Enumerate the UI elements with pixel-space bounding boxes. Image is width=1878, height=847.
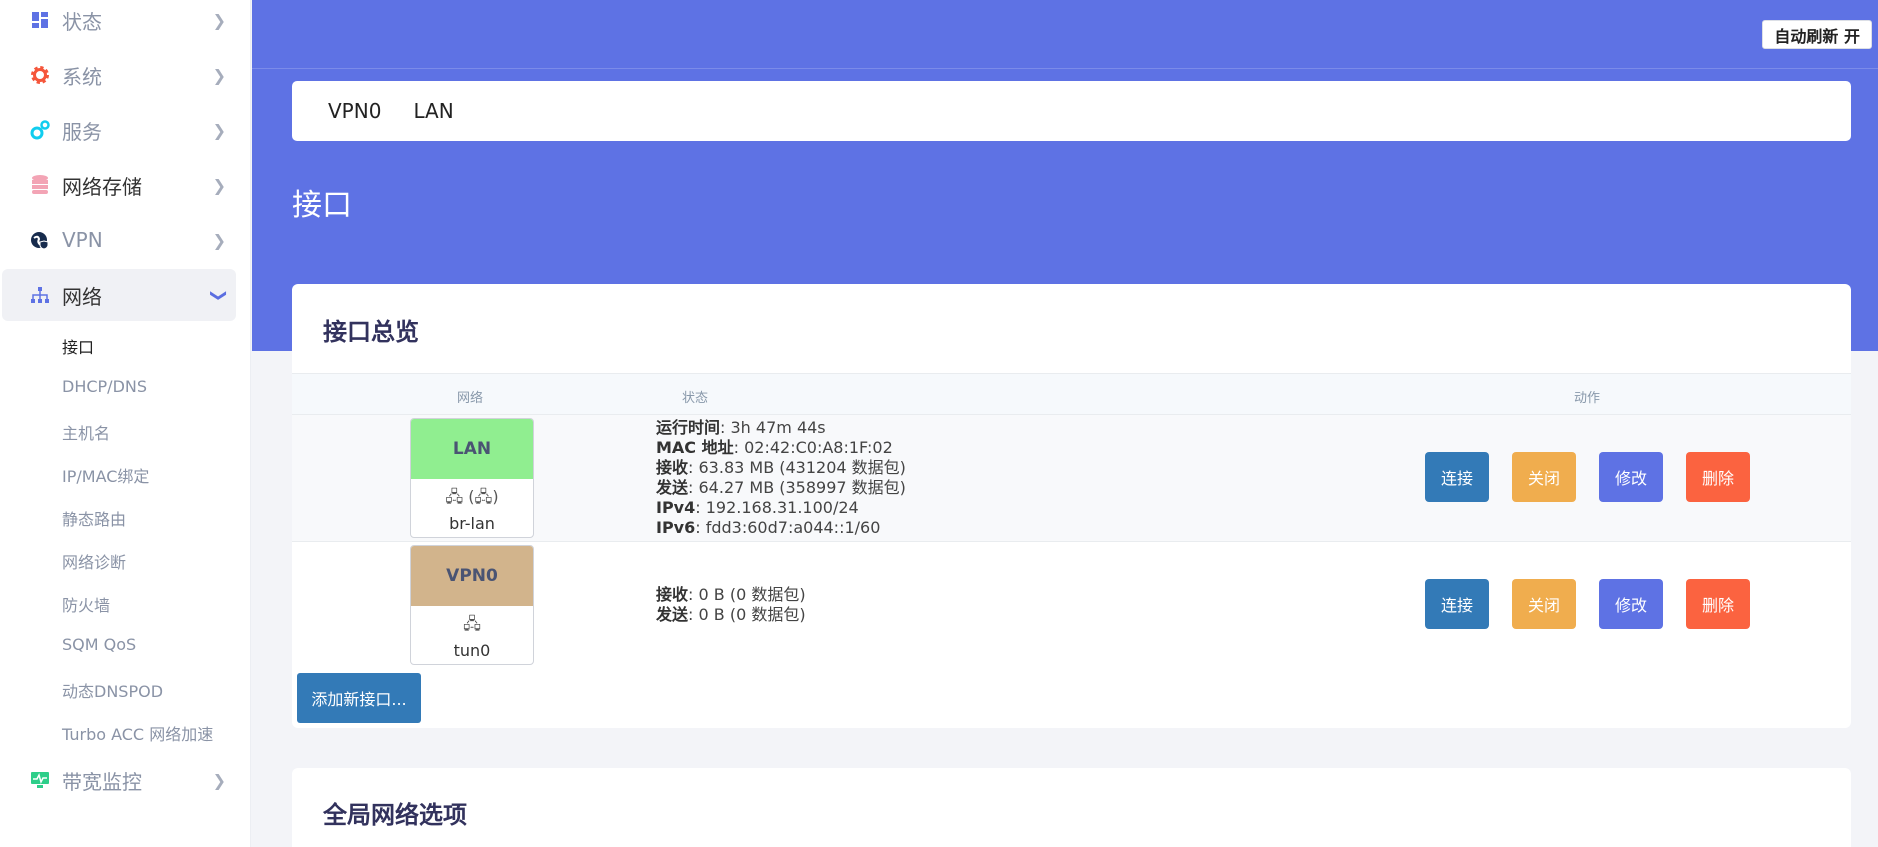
status-value: 192.168.31.100/24 xyxy=(705,498,859,517)
interface-name: VPN0 xyxy=(411,546,533,606)
delete-button[interactable]: 删除 xyxy=(1686,452,1750,502)
edit-button[interactable]: 修改 xyxy=(1599,452,1663,502)
status-key: 发送 xyxy=(656,478,689,497)
interface-overview-card: 接口总览 网络 状态 动作 LAN 🖧 (🖧) br-lan 运行时间: 3h … xyxy=(292,284,1851,728)
column-status: 状态 xyxy=(682,391,709,406)
sitemap-icon xyxy=(29,284,51,306)
monitor-icon xyxy=(29,769,51,791)
sidebar-item-system[interactable]: 系统 ❯ xyxy=(2,49,236,101)
edit-button[interactable]: 修改 xyxy=(1599,579,1663,629)
interface-status: 运行时间: 3h 47m 44s MAC 地址: 02:42:C0:A8:1F:… xyxy=(656,418,906,537)
table-row: LAN 🖧 (🖧) br-lan 运行时间: 3h 47m 44s MAC 地址… xyxy=(292,415,1851,542)
status-value: fdd3:60d7:a044::1/60 xyxy=(705,518,881,537)
status-key: 运行时间 xyxy=(656,418,721,437)
global-options-title: 全局网络选项 xyxy=(323,801,467,829)
status-value: 64.27 MB (358997 数据包) xyxy=(698,478,906,497)
status-key: 接收 xyxy=(656,585,689,604)
sidebar-item-services[interactable]: 服务 ❯ xyxy=(2,104,236,156)
status-key: IPv6 xyxy=(656,518,696,537)
sidebar-subitem-firewall[interactable]: 防火墙 xyxy=(62,592,110,616)
status-key: IPv4 xyxy=(656,498,696,517)
header-divider xyxy=(252,68,1878,69)
sidebar-subitem-hostnames[interactable]: 主机名 xyxy=(62,420,110,444)
sidebar-item-bandwidth[interactable]: 带宽监控 ❯ xyxy=(2,754,236,806)
table-row: VPN0 🖧 tun0 接收: 0 B (0 数据包) 发送: 0 B (0 数… xyxy=(292,542,1851,669)
sidebar-item-vpn[interactable]: VPN ❯ xyxy=(2,214,236,266)
sidebar-item-label: 服务 xyxy=(62,119,102,144)
ethernet-icon: 🖧 xyxy=(463,614,481,633)
page-title: 接口 xyxy=(292,188,352,223)
interface-badge-lan: LAN 🖧 (🖧) br-lan xyxy=(410,418,534,538)
cogs-icon xyxy=(29,119,51,141)
interface-name: LAN xyxy=(411,419,533,479)
sidebar-subitem-ip-mac-binding[interactable]: IP/MAC绑定 xyxy=(62,463,149,487)
chevron-right-icon: ❯ xyxy=(212,175,226,195)
status-value: 0 B (0 数据包) xyxy=(698,585,806,604)
globe-shield-icon xyxy=(29,229,51,251)
status-value: 0 B (0 数据包) xyxy=(698,605,806,624)
sidebar-subitem-dnspod[interactable]: 动态DNSPOD xyxy=(62,678,163,702)
interface-device: tun0 xyxy=(453,641,491,660)
sidebar-item-label: 系统 xyxy=(62,64,102,89)
chevron-right-icon: ❯ xyxy=(212,10,226,30)
interface-badge-vpn0: VPN0 🖧 tun0 xyxy=(410,545,534,665)
status-key: 接收 xyxy=(656,458,689,477)
sidebar-subitem-turbo-acc[interactable]: Turbo ACC 网络加速 xyxy=(62,721,213,745)
global-options-card: 全局网络选项 xyxy=(292,768,1851,847)
sidebar-item-network[interactable]: 网络 ❯ xyxy=(2,269,236,321)
sidebar-subitem-dhcp-dns[interactable]: DHCP/DNS xyxy=(62,377,147,396)
add-interface-button[interactable]: 添加新接口... xyxy=(297,673,421,723)
sidebar-item-label: VPN xyxy=(62,228,103,252)
connect-button[interactable]: 连接 xyxy=(1425,579,1489,629)
interface-device: br-lan xyxy=(449,514,495,533)
chevron-down-icon: ❯ xyxy=(209,288,229,302)
auto-refresh-toggle[interactable]: 自动刷新 开 xyxy=(1762,20,1872,49)
sidebar-item-label: 网络存储 xyxy=(62,174,142,199)
sidebar-subitem-diagnostics[interactable]: 网络诊断 xyxy=(62,549,126,573)
chevron-right-icon: ❯ xyxy=(212,65,226,85)
chevron-right-icon: ❯ xyxy=(212,770,226,790)
sidebar-subitem-sqm-qos[interactable]: SQM QoS xyxy=(62,635,136,654)
status-value: 63.83 MB (431204 数据包) xyxy=(698,458,906,477)
sidebar-item-label: 带宽监控 xyxy=(62,769,142,794)
status-value: 02:42:C0:A8:1F:02 xyxy=(744,438,893,457)
connect-button[interactable]: 连接 xyxy=(1425,452,1489,502)
tab-lan[interactable]: LAN xyxy=(413,99,453,123)
status-key: 发送 xyxy=(656,605,689,624)
database-icon xyxy=(29,174,51,196)
sidebar-item-label: 网络 xyxy=(62,284,102,309)
sidebar-item-nas[interactable]: 网络存储 ❯ xyxy=(2,159,236,211)
ethernet-icon: 🖧 (🖧) xyxy=(445,487,499,506)
overview-title: 接口总览 xyxy=(323,318,419,346)
sidebar-item-status[interactable]: 状态 ❯ xyxy=(2,0,236,46)
chevron-right-icon: ❯ xyxy=(212,230,226,250)
stop-button[interactable]: 关闭 xyxy=(1512,452,1576,502)
main-content: 自动刷新 开 VPN0 LAN 接口 接口总览 网络 状态 动作 LAN 🖧 (… xyxy=(252,0,1878,847)
sidebar-item-label: 状态 xyxy=(62,9,102,34)
status-key: MAC 地址 xyxy=(656,438,734,457)
status-value: 3h 47m 44s xyxy=(730,418,826,437)
interface-status: 接收: 0 B (0 数据包) 发送: 0 B (0 数据包) xyxy=(656,585,806,624)
delete-button[interactable]: 删除 xyxy=(1686,579,1750,629)
column-network: 网络 xyxy=(457,391,484,406)
column-action: 动作 xyxy=(1574,391,1601,406)
stop-button[interactable]: 关闭 xyxy=(1512,579,1576,629)
sidebar: 状态 ❯ 系统 ❯ 服务 ❯ 网络存储 ❯ VPN ❯ 网络 ❯ 接口 DHCP… xyxy=(0,0,251,847)
dashboard-icon xyxy=(29,9,51,31)
gear-icon xyxy=(29,64,51,86)
sidebar-subitem-interfaces[interactable]: 接口 xyxy=(62,334,94,358)
interface-tabs: VPN0 LAN xyxy=(292,81,1851,141)
table-header: 网络 状态 动作 xyxy=(292,373,1851,415)
chevron-right-icon: ❯ xyxy=(212,120,226,140)
sidebar-subitem-static-routes[interactable]: 静态路由 xyxy=(62,506,126,530)
tab-vpn0[interactable]: VPN0 xyxy=(328,99,381,123)
